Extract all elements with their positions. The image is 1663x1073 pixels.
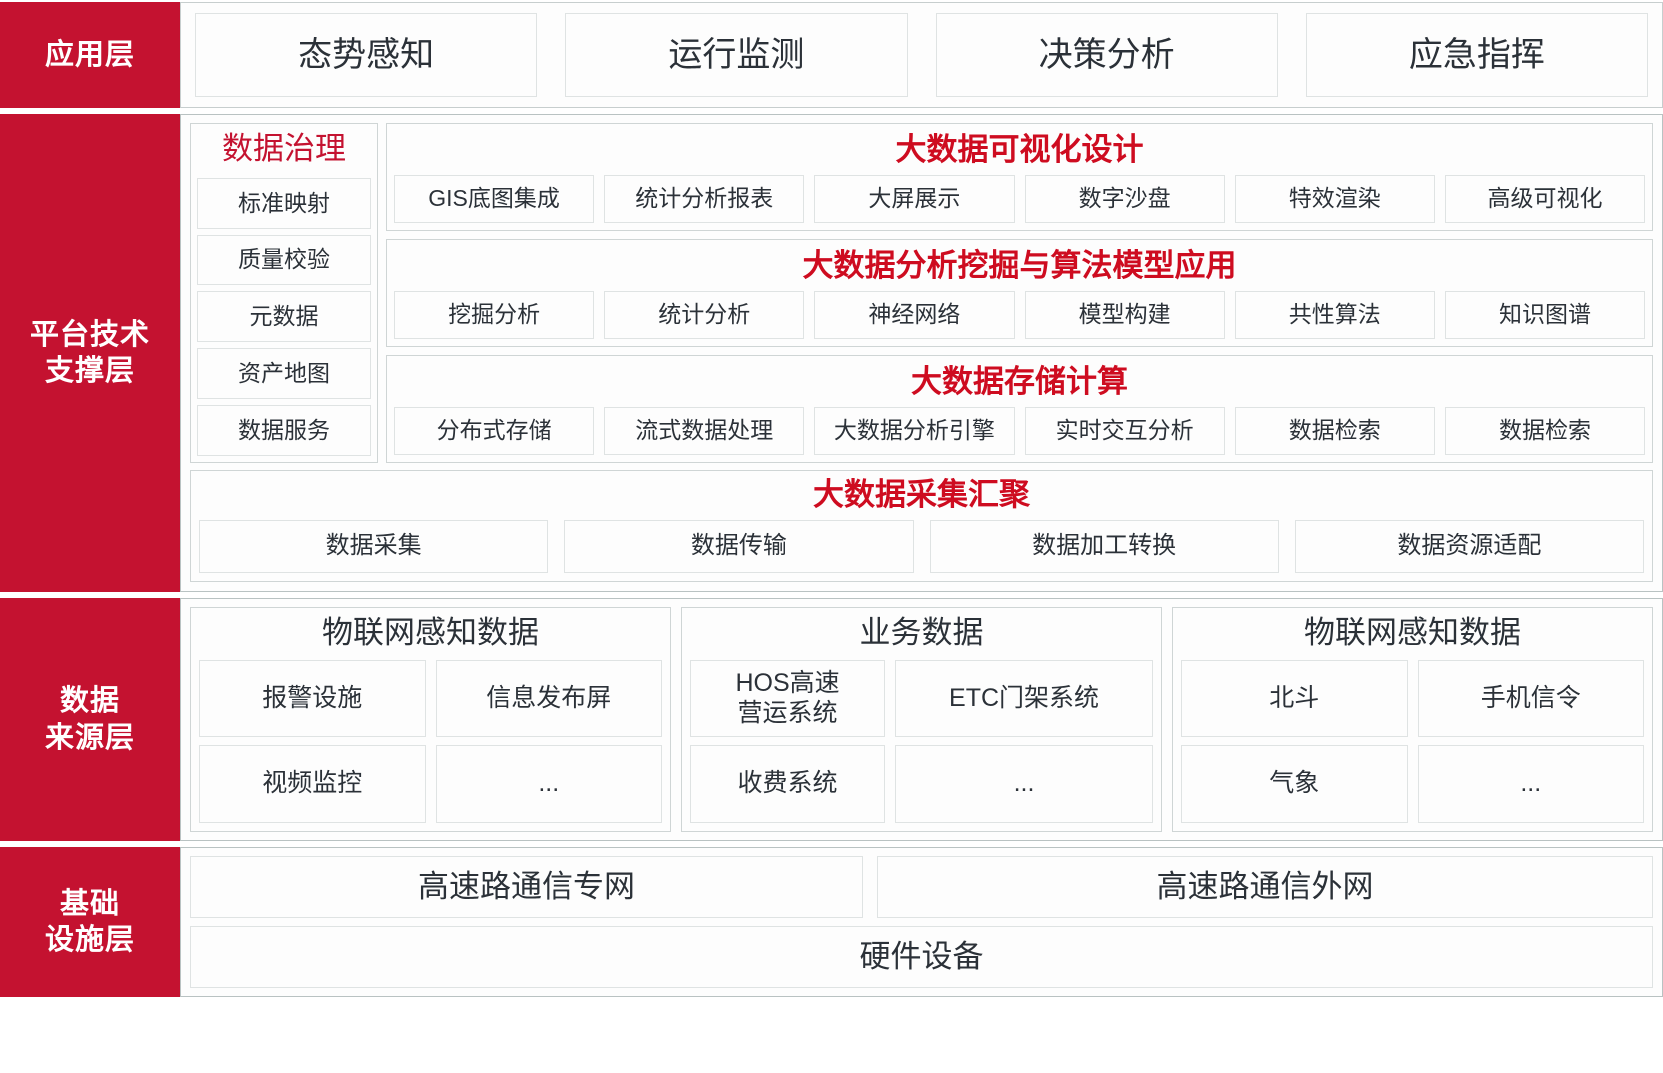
collect-item-data-processing[interactable]: 数据加工转换 xyxy=(929,519,1279,573)
data-source-label-line1: 数据 xyxy=(59,685,120,718)
governance-item-data-service[interactable]: 数据服务 xyxy=(197,405,371,456)
source-group-iot-right: 物联网感知数据 北斗 手机信令 气象 ... xyxy=(1172,607,1653,832)
app-item-operation-monitoring[interactable]: 运行监测 xyxy=(565,13,908,97)
viz-item-digital-sandtable[interactable]: 数字沙盘 xyxy=(1024,174,1225,223)
app-item-emergency-command[interactable]: 应急指挥 xyxy=(1305,13,1648,97)
analytics-item-model-building[interactable]: 模型构建 xyxy=(1024,290,1225,339)
platform-layer-label-line2: 支撑层 xyxy=(44,355,135,387)
data-source-layer-label: 数据 来源层 xyxy=(0,598,180,841)
source-group-iot-right-title: 物联网感知数据 xyxy=(1304,615,1521,650)
bigdata-storage-items: 分布式存储 流式数据处理 大数据分析引擎 实时交互分析 数据检索 数据检索 xyxy=(394,406,1646,455)
table-row: 报警设施 信息发布屏 xyxy=(199,659,662,738)
source-group-business-rows: HOS高速 营运系统 ETC门架系统 收费系统 ... xyxy=(690,659,1153,823)
analytics-item-statistical-analysis[interactable]: 统计分析 xyxy=(604,290,805,339)
viz-item-special-effects[interactable]: 特效渲染 xyxy=(1234,174,1435,223)
source-item-more-1[interactable]: ... xyxy=(435,745,662,823)
application-layer-body: 态势感知 运行监测 决策分析 应急指挥 xyxy=(180,2,1663,108)
storage-item-distributed-storage[interactable]: 分布式存储 xyxy=(394,406,595,455)
storage-item-data-retrieval-1[interactable]: 数据检索 xyxy=(1234,406,1435,455)
infrastructure-label-line1: 基础 xyxy=(59,887,120,920)
application-layer-label: 应用层 xyxy=(0,2,180,108)
infrastructure-hardware-row: 硬件设备 xyxy=(190,926,1653,988)
source-group-iot-left: 物联网感知数据 报警设施 信息发布屏 视频监控 ... xyxy=(190,607,671,832)
collect-item-data-acquisition[interactable]: 数据采集 xyxy=(199,519,549,573)
bigdata-analytics-title: 大数据分析挖掘与算法模型应用 xyxy=(802,248,1237,283)
infrastructure-layer: 基础 设施层 高速路通信专网 高速路通信外网 硬件设备 xyxy=(0,847,1663,997)
bigdata-analytics-group: 大数据分析挖掘与算法模型应用 挖掘分析 统计分析 神经网络 模型构建 共性算法 … xyxy=(386,239,1653,347)
infra-item-external-network[interactable]: 高速路通信外网 xyxy=(877,856,1653,918)
data-source-label-line2: 来源层 xyxy=(44,721,135,754)
source-item-meteorology[interactable]: 气象 xyxy=(1181,745,1408,823)
viz-item-gis-basemap[interactable]: GIS底图集成 xyxy=(394,174,595,223)
platform-layer-body: 数据治理 标准映射 质量校验 元数据 资产地图 数据服务 大数据可视化设计 GI… xyxy=(180,114,1663,592)
data-source-layer: 数据 来源层 物联网感知数据 报警设施 信息发布屏 视频监控 ... 业务数据 … xyxy=(0,598,1663,841)
source-item-hos-operation-system-label: HOS高速 营运系统 xyxy=(735,669,840,727)
storage-item-realtime-interactive[interactable]: 实时交互分析 xyxy=(1024,406,1225,455)
analytics-item-common-algorithms[interactable]: 共性算法 xyxy=(1234,290,1435,339)
table-row: 收费系统 ... xyxy=(690,745,1153,823)
table-row: 北斗 手机信令 xyxy=(1181,659,1644,738)
bigdata-collection-items: 数据采集 数据传输 数据加工转换 数据资源适配 xyxy=(199,519,1644,573)
viz-item-statistical-report[interactable]: 统计分析报表 xyxy=(604,174,805,223)
collect-item-resource-adaptation[interactable]: 数据资源适配 xyxy=(1294,519,1644,573)
viz-item-large-screen[interactable]: 大屏展示 xyxy=(814,174,1015,223)
source-item-video-surveillance[interactable]: 视频监控 xyxy=(199,745,426,823)
bigdata-visualization-group: 大数据可视化设计 GIS底图集成 统计分析报表 大屏展示 数字沙盘 特效渲染 高… xyxy=(386,123,1653,231)
source-item-alarm-facility[interactable]: 报警设施 xyxy=(199,659,426,738)
bigdata-visualization-items: GIS底图集成 统计分析报表 大屏展示 数字沙盘 特效渲染 高级可视化 xyxy=(394,174,1646,223)
governance-item-standard-mapping[interactable]: 标准映射 xyxy=(197,177,371,229)
app-item-decision-analysis[interactable]: 决策分析 xyxy=(935,13,1278,97)
governance-item-asset-map[interactable]: 资产地图 xyxy=(197,348,371,400)
infrastructure-layer-label: 基础 设施层 xyxy=(0,847,180,997)
infra-item-hardware-devices[interactable]: 硬件设备 xyxy=(190,926,1653,988)
governance-item-metadata[interactable]: 元数据 xyxy=(197,291,371,343)
architecture-diagram: Selonsoft 四方伟业 应用层 态势感知 运行监测 决策分析 应急指挥 平… xyxy=(0,0,1663,1073)
platform-layer-label-line1: 平台技术 xyxy=(29,318,150,351)
storage-item-data-retrieval-2[interactable]: 数据检索 xyxy=(1444,406,1646,455)
source-item-info-display-screen[interactable]: 信息发布屏 xyxy=(435,659,662,738)
infrastructure-label-line2: 设施层 xyxy=(44,924,135,956)
source-group-iot-left-title: 物联网感知数据 xyxy=(322,615,539,650)
application-layer: 应用层 态势感知 运行监测 决策分析 应急指挥 xyxy=(0,2,1663,108)
bigdata-storage-group: 大数据存储计算 分布式存储 流式数据处理 大数据分析引擎 实时交互分析 数据检索… xyxy=(386,355,1653,463)
app-item-situational-awareness[interactable]: 态势感知 xyxy=(195,13,538,97)
source-item-more-3[interactable]: ... xyxy=(1417,745,1644,823)
bigdata-analytics-items: 挖掘分析 统计分析 神经网络 模型构建 共性算法 知识图谱 xyxy=(394,290,1646,339)
platform-upper-section: 数据治理 标准映射 质量校验 元数据 资产地图 数据服务 大数据可视化设计 GI… xyxy=(190,123,1653,463)
bigdata-storage-title: 大数据存储计算 xyxy=(911,364,1128,399)
storage-item-analysis-engine[interactable]: 大数据分析引擎 xyxy=(814,406,1015,455)
source-item-beidou[interactable]: 北斗 xyxy=(1181,659,1408,738)
infra-item-private-network[interactable]: 高速路通信专网 xyxy=(190,856,863,918)
source-item-mobile-signaling[interactable]: 手机信令 xyxy=(1417,659,1644,738)
data-governance-title: 数据治理 xyxy=(222,131,346,166)
source-item-etc-gantry-system[interactable]: ETC门架系统 xyxy=(895,659,1153,738)
analytics-item-neural-network[interactable]: 神经网络 xyxy=(814,290,1015,339)
table-row: HOS高速 营运系统 ETC门架系统 xyxy=(690,659,1153,738)
source-group-iot-left-rows: 报警设施 信息发布屏 视频监控 ... xyxy=(199,659,662,823)
source-item-hos-operation-system[interactable]: HOS高速 营运系统 xyxy=(690,659,886,738)
data-source-layer-body: 物联网感知数据 报警设施 信息发布屏 视频监控 ... 业务数据 HOS高速 营… xyxy=(180,598,1663,841)
source-group-business: 业务数据 HOS高速 营运系统 ETC门架系统 收费系统 ... xyxy=(681,607,1162,832)
bigdata-collection-group: 大数据采集汇聚 数据采集 数据传输 数据加工转换 数据资源适配 xyxy=(190,470,1653,582)
platform-group-stack: 大数据可视化设计 GIS底图集成 统计分析报表 大屏展示 数字沙盘 特效渲染 高… xyxy=(386,123,1653,463)
analytics-item-mining-analysis[interactable]: 挖掘分析 xyxy=(394,290,595,339)
platform-support-layer: 平台技术 支撑层 数据治理 标准映射 质量校验 元数据 资产地图 数据服务 大数… xyxy=(0,114,1663,592)
table-row: 视频监控 ... xyxy=(199,745,662,823)
source-item-toll-system[interactable]: 收费系统 xyxy=(690,745,886,823)
collect-item-data-transmission[interactable]: 数据传输 xyxy=(564,519,914,573)
source-item-more-2[interactable]: ... xyxy=(895,745,1153,823)
platform-layer-label: 平台技术 支撑层 xyxy=(0,114,180,592)
source-group-iot-right-rows: 北斗 手机信令 气象 ... xyxy=(1181,659,1644,823)
table-row: 气象 ... xyxy=(1181,745,1644,823)
viz-item-advanced-visualization[interactable]: 高级可视化 xyxy=(1444,174,1646,223)
data-governance-panel: 数据治理 标准映射 质量校验 元数据 资产地图 数据服务 xyxy=(190,123,378,463)
analytics-item-knowledge-graph[interactable]: 知识图谱 xyxy=(1444,290,1646,339)
infrastructure-network-row: 高速路通信专网 高速路通信外网 xyxy=(190,856,1653,918)
infrastructure-layer-body: 高速路通信专网 高速路通信外网 硬件设备 xyxy=(180,847,1663,997)
governance-item-quality-check[interactable]: 质量校验 xyxy=(197,234,371,286)
bigdata-collection-title: 大数据采集汇聚 xyxy=(813,477,1030,512)
storage-item-stream-processing[interactable]: 流式数据处理 xyxy=(604,406,805,455)
bigdata-visualization-title: 大数据可视化设计 xyxy=(895,132,1144,167)
source-group-business-title: 业务数据 xyxy=(859,615,984,650)
